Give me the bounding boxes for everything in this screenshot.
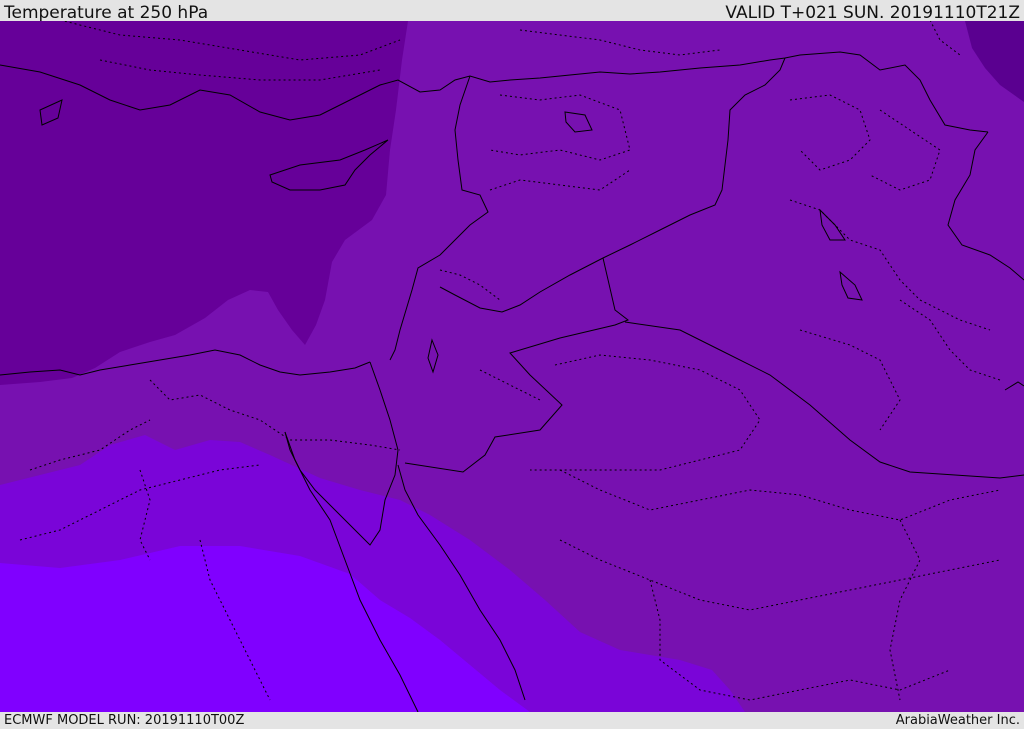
- model-run-label: ECMWF MODEL RUN: 20191110T00Z: [4, 713, 245, 728]
- footer-bar: ECMWF MODEL RUN: 20191110T00Z ArabiaWeat…: [0, 712, 1024, 729]
- credit-label: ArabiaWeather Inc.: [895, 713, 1020, 728]
- header-bar: Temperature at 250 hPa VALID T+021 SUN. …: [0, 0, 1024, 23]
- map-area[interactable]: [0, 21, 1024, 712]
- map-svg: [0, 21, 1024, 712]
